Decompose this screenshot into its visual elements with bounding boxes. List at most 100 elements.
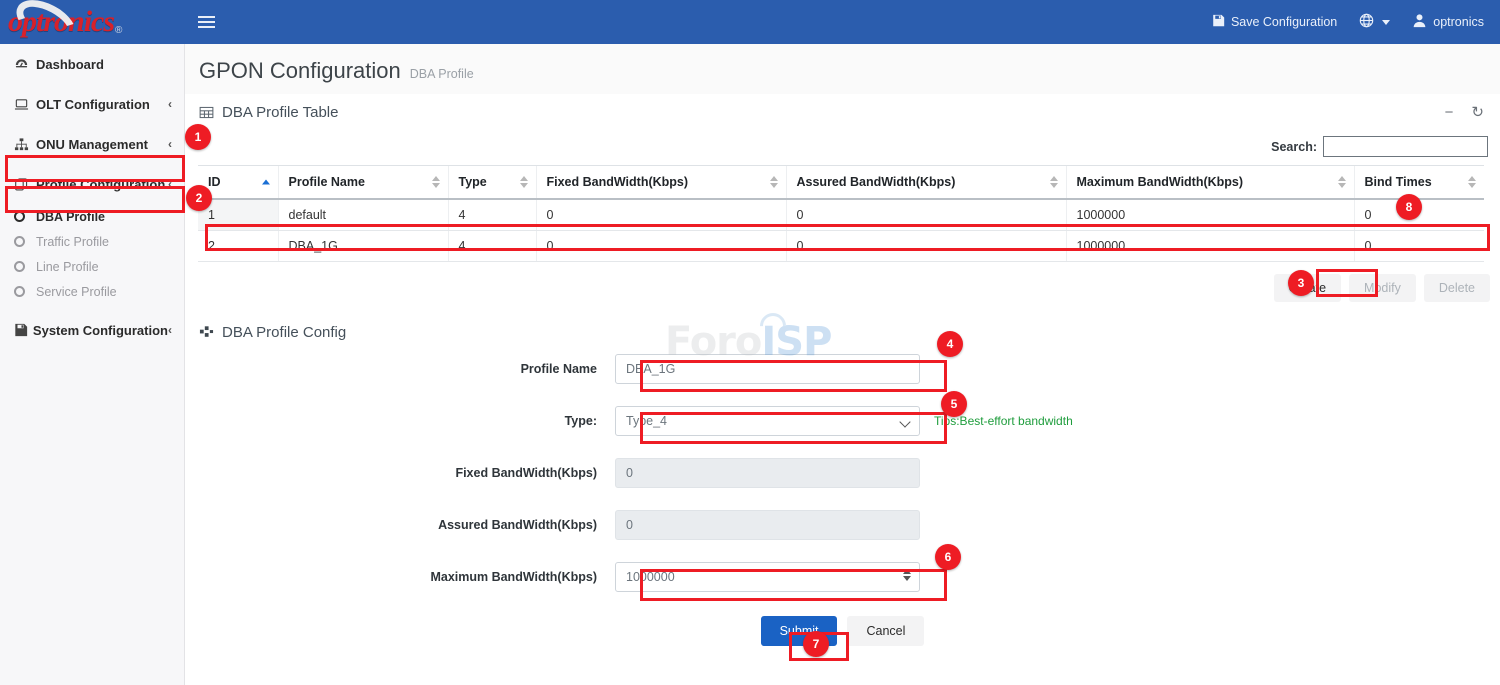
chevron-left-icon: ‹ bbox=[168, 137, 172, 151]
search-input[interactable] bbox=[1323, 136, 1488, 157]
submit-button[interactable]: Submit bbox=[761, 616, 838, 646]
column-label: Fixed BandWidth(Kbps) bbox=[547, 175, 689, 189]
column-header-type[interactable]: Type bbox=[448, 166, 536, 200]
page-subtitle: DBA Profile bbox=[410, 67, 474, 81]
config-panel-header: DBA Profile Config bbox=[185, 314, 1500, 350]
cell-fixed-bandwidth: 0 bbox=[536, 199, 786, 231]
sidebar-item-dashboard[interactable]: Dashboard bbox=[0, 44, 184, 84]
dba-profile-config-panel: DBA Profile Config Profile Name Type: Ty… bbox=[185, 314, 1500, 646]
dba-profile-form: Profile Name Type: Type_4 Tips:Best-effo… bbox=[185, 350, 1500, 646]
layers-icon bbox=[14, 177, 36, 192]
field-row-profile-name: Profile Name bbox=[185, 354, 1500, 384]
save-icon bbox=[1212, 14, 1225, 30]
page-header: GPON Configuration DBA Profile bbox=[185, 44, 1500, 94]
minimize-icon[interactable]: − bbox=[1445, 104, 1454, 121]
sidebar-item-service-profile[interactable]: Service Profile bbox=[0, 279, 184, 304]
column-header-assured-bandwidth[interactable]: Assured BandWidth(Kbps) bbox=[786, 166, 1066, 200]
cell-type: 4 bbox=[448, 231, 536, 262]
config-panel-title: DBA Profile Config bbox=[222, 324, 346, 341]
profile-name-input[interactable] bbox=[615, 354, 920, 384]
user-menu[interactable]: optronics bbox=[1412, 13, 1484, 31]
column-header-id[interactable]: ID bbox=[198, 166, 278, 200]
refresh-icon[interactable]: ↻ bbox=[1471, 103, 1484, 121]
table-action-buttons: Create Modify Delete bbox=[185, 262, 1500, 314]
cell-maximum-bandwidth: 1000000 bbox=[1066, 199, 1354, 231]
save-configuration-label: Save Configuration bbox=[1231, 15, 1337, 29]
circle-icon bbox=[14, 286, 36, 297]
table-panel-title: DBA Profile Table bbox=[222, 104, 338, 121]
chevron-left-icon: ‹ bbox=[168, 97, 172, 111]
column-label: Maximum BandWidth(Kbps) bbox=[1077, 175, 1244, 189]
column-header-fixed-bandwidth[interactable]: Fixed BandWidth(Kbps) bbox=[536, 166, 786, 200]
sidebar-item-label: Dashboard bbox=[36, 57, 104, 72]
sort-icon bbox=[1338, 176, 1346, 188]
puzzle-icon bbox=[199, 325, 214, 340]
column-header-maximum-bandwidth[interactable]: Maximum BandWidth(Kbps) bbox=[1066, 166, 1354, 200]
dba-profile-table-panel: DBA Profile Table − ↻ Search: bbox=[185, 94, 1500, 314]
type-select[interactable]: Type_4 bbox=[615, 406, 920, 436]
maximum-bandwidth-label: Maximum BandWidth(Kbps) bbox=[185, 570, 615, 584]
sort-icon bbox=[432, 176, 440, 188]
cancel-button[interactable]: Cancel bbox=[847, 616, 924, 646]
dba-profile-table: ID Profile Name Type Fixed BandWidt bbox=[198, 165, 1484, 262]
language-selector[interactable] bbox=[1359, 13, 1390, 31]
sidebar-item-traffic-profile[interactable]: Traffic Profile bbox=[0, 229, 184, 254]
panel-tools: − ↻ bbox=[1445, 103, 1484, 121]
cell-bind-times: 0 bbox=[1354, 199, 1484, 231]
sidebar-item-profile-configuration[interactable]: Profile Configuration ‹ bbox=[0, 164, 184, 204]
sidebar-item-line-profile[interactable]: Line Profile bbox=[0, 254, 184, 279]
sidebar-item-system-configuration[interactable]: System Configuration ‹ bbox=[0, 310, 184, 350]
circle-icon bbox=[14, 236, 36, 247]
table-row[interactable]: 1 default 4 0 0 1000000 0 bbox=[198, 199, 1484, 231]
column-header-bind-times[interactable]: Bind Times bbox=[1354, 166, 1484, 200]
sidebar-item-onu-management[interactable]: ONU Management ‹ bbox=[0, 124, 184, 164]
create-button[interactable]: Create bbox=[1274, 274, 1342, 302]
top-navbar: optronics ® Save Configuration bbox=[0, 0, 1500, 44]
cell-fixed-bandwidth: 0 bbox=[536, 231, 786, 262]
table-row[interactable]: 2 DBA_1G 4 0 0 1000000 0 bbox=[198, 231, 1484, 262]
save-icon bbox=[14, 323, 33, 337]
fixed-bandwidth-label: Fixed BandWidth(Kbps) bbox=[185, 466, 615, 480]
column-label: Profile Name bbox=[289, 175, 365, 189]
user-name-label: optronics bbox=[1433, 15, 1484, 29]
type-label: Type: bbox=[185, 414, 615, 428]
brand-logo[interactable]: optronics ® bbox=[0, 0, 185, 44]
sidebar-item-label: Traffic Profile bbox=[36, 235, 109, 249]
column-label: Assured BandWidth(Kbps) bbox=[797, 175, 956, 189]
sidebar-item-label: Profile Configuration bbox=[36, 177, 165, 192]
assured-bandwidth-input bbox=[615, 510, 920, 540]
main-content: GPON Configuration DBA Profile DBA Profi… bbox=[185, 44, 1500, 685]
profile-name-label: Profile Name bbox=[185, 362, 615, 376]
sidebar-item-label: ONU Management bbox=[36, 137, 148, 152]
sidebar-item-dba-profile[interactable]: DBA Profile bbox=[0, 204, 184, 229]
brand-registered-icon: ® bbox=[115, 25, 122, 36]
delete-button[interactable]: Delete bbox=[1424, 274, 1490, 302]
maximum-bandwidth-input[interactable] bbox=[615, 562, 920, 592]
globe-icon bbox=[1359, 13, 1374, 31]
sidebar-item-label: Service Profile bbox=[36, 285, 117, 299]
sort-icon bbox=[1050, 176, 1058, 188]
save-configuration-button[interactable]: Save Configuration bbox=[1212, 14, 1337, 30]
field-row-assured-bandwidth: Assured BandWidth(Kbps) bbox=[185, 510, 1500, 540]
sidebar-item-label: DBA Profile bbox=[36, 210, 105, 224]
type-tip-text: Tips:Best-effort bandwidth bbox=[934, 414, 1073, 428]
sort-icon bbox=[1468, 176, 1476, 188]
cell-id: 1 bbox=[198, 199, 278, 231]
cell-assured-bandwidth: 0 bbox=[786, 231, 1066, 262]
page-title: GPON Configuration bbox=[199, 58, 401, 84]
field-row-fixed-bandwidth: Fixed BandWidth(Kbps) bbox=[185, 458, 1500, 488]
column-header-profile-name[interactable]: Profile Name bbox=[278, 166, 448, 200]
table-icon bbox=[199, 105, 214, 120]
modify-button[interactable]: Modify bbox=[1349, 274, 1416, 302]
cell-id: 2 bbox=[198, 231, 278, 262]
sort-ascending-icon bbox=[262, 180, 270, 185]
column-label: ID bbox=[208, 175, 221, 189]
form-action-buttons: Submit Cancel bbox=[185, 614, 1500, 646]
sitemap-icon bbox=[14, 137, 36, 152]
menu-toggle-icon[interactable] bbox=[185, 0, 227, 44]
topbar-actions: Save Configuration optr bbox=[1212, 0, 1500, 44]
field-row-maximum-bandwidth: Maximum BandWidth(Kbps) bbox=[185, 562, 1500, 592]
table-header-row: ID Profile Name Type Fixed BandWidt bbox=[198, 166, 1484, 200]
sidebar: Dashboard OLT Configuration ‹ bbox=[0, 44, 185, 685]
sidebar-item-olt-configuration[interactable]: OLT Configuration ‹ bbox=[0, 84, 184, 124]
